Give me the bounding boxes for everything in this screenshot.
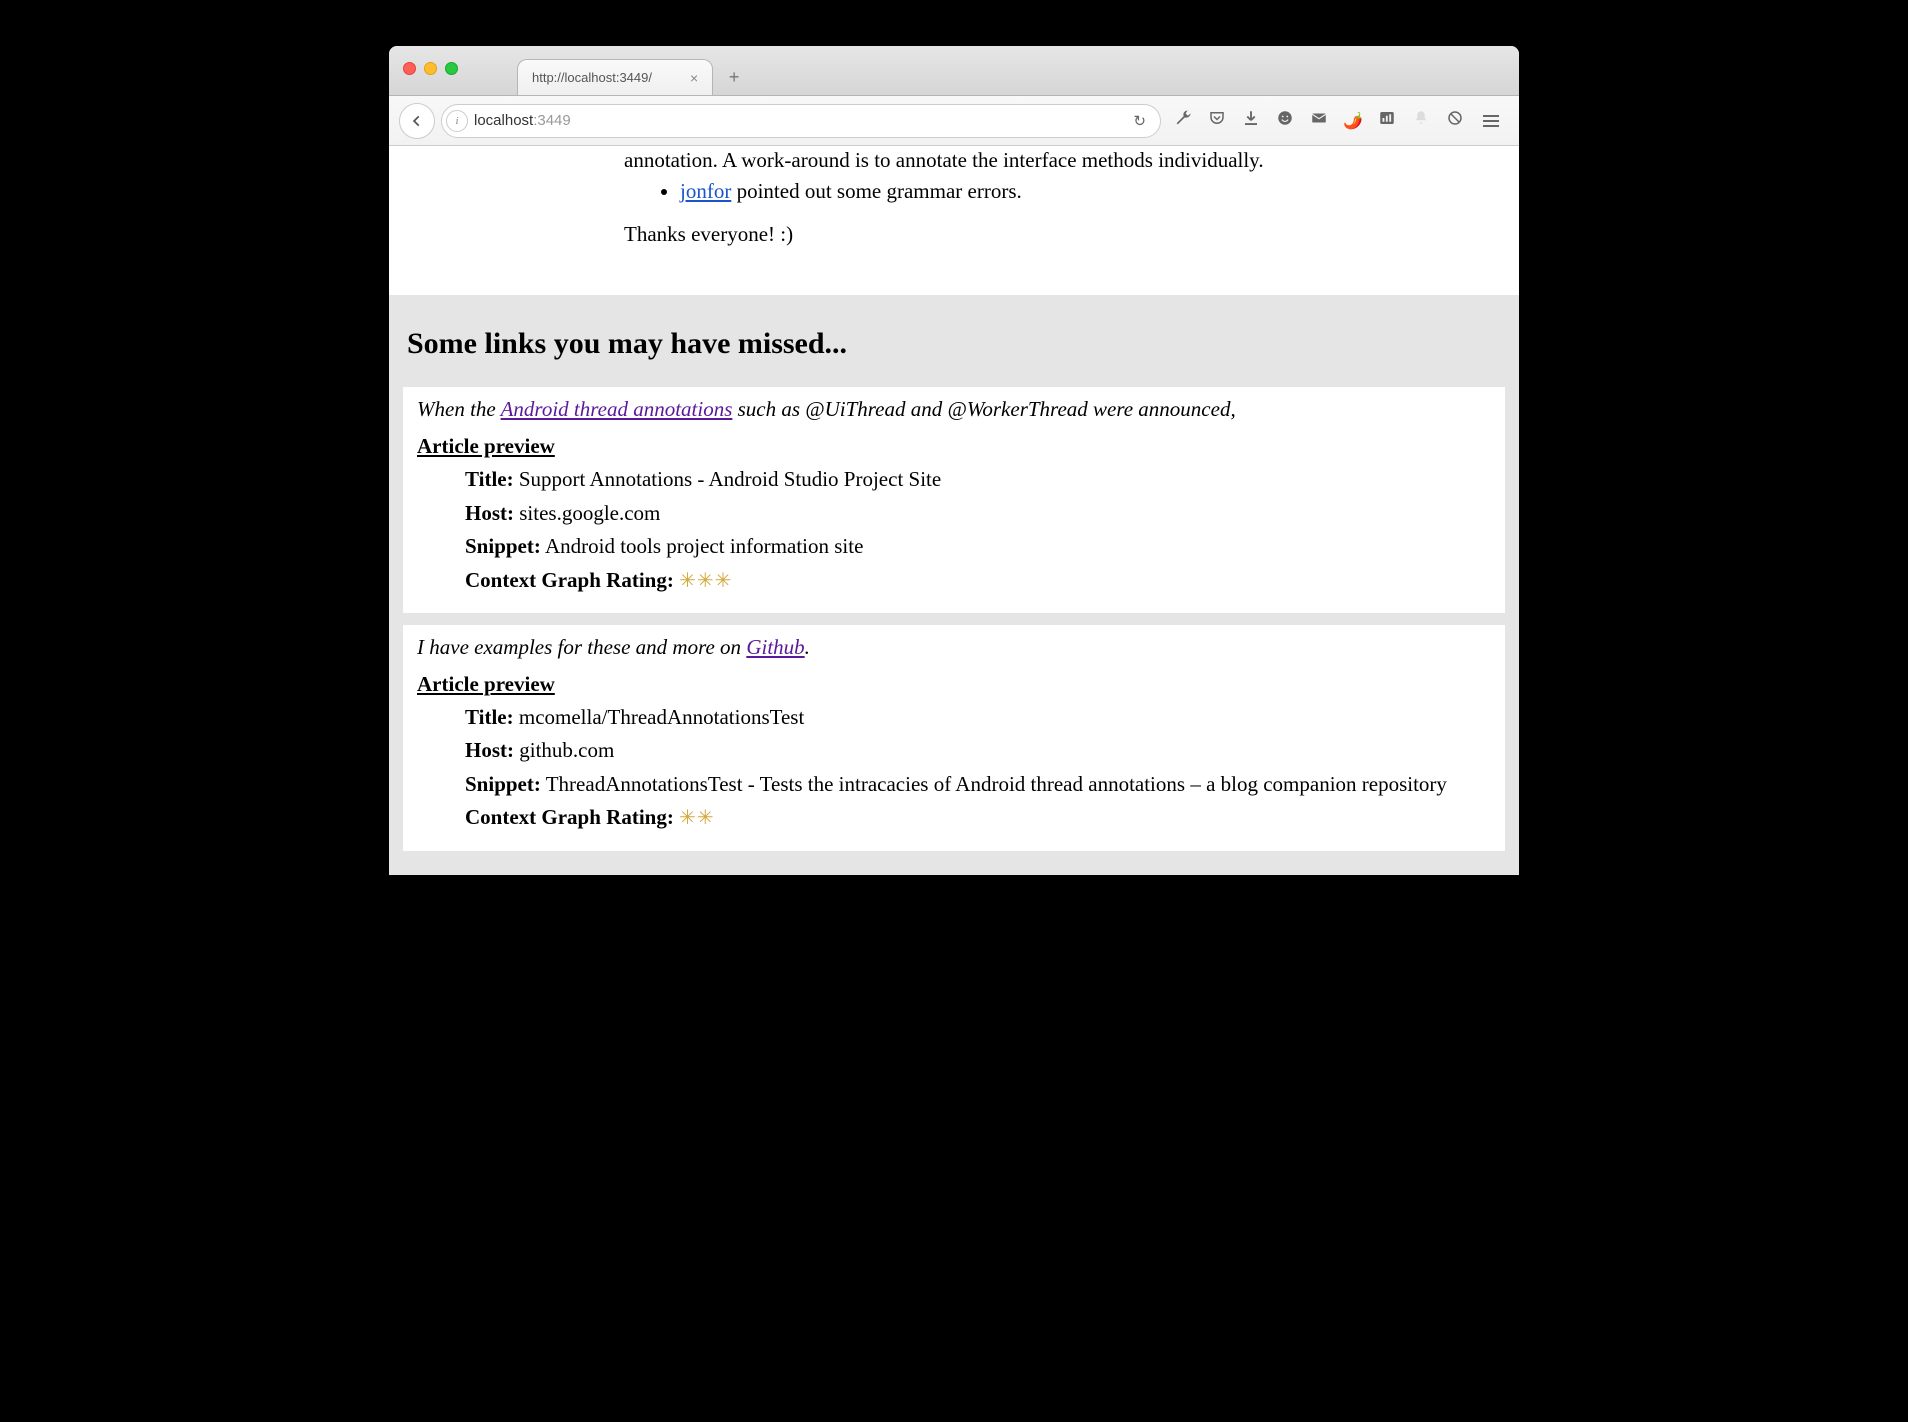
preview-host-row: Host: sites.google.com <box>465 499 1491 528</box>
minimize-window-button[interactable] <box>424 62 437 75</box>
noscript-icon[interactable] <box>1445 109 1465 132</box>
bell-icon[interactable] <box>1411 109 1431 132</box>
maximize-window-button[interactable] <box>445 62 458 75</box>
card-quote: When the Android thread annotations such… <box>417 397 1491 422</box>
preview-header: Article preview <box>417 434 1491 459</box>
reload-button[interactable]: ↻ <box>1127 112 1152 130</box>
list-item: jonfor pointed out some grammar errors. <box>680 179 1449 204</box>
missed-links-section: Some links you may have missed... When t… <box>389 295 1519 874</box>
pocket-icon[interactable] <box>1207 109 1227 132</box>
article-content: annotation. A work-around is to annotate… <box>389 146 1519 295</box>
thanks-text: Thanks everyone! :) <box>624 222 1449 247</box>
li-fragment-1: annotation. A work-around is to annotate… <box>624 146 1449 175</box>
browser-window: http://localhost:3449/ × + i localhost:3… <box>389 46 1519 875</box>
url-host: localhost <box>474 112 533 129</box>
plant-icon[interactable]: 🌶️ <box>1343 111 1363 131</box>
url-bar[interactable]: i localhost:3449 ↻ <box>441 104 1161 138</box>
preview-snippet-row: Snippet: Android tools project informati… <box>465 532 1491 561</box>
dashboard-icon[interactable] <box>1377 109 1397 132</box>
wrench-icon[interactable] <box>1173 109 1193 132</box>
preview-rating-row: Context Graph Rating: ✳✳ <box>465 803 1491 832</box>
url-port: :3449 <box>533 112 571 129</box>
preview-body: Title: mcomella/ThreadAnnotationsTest Ho… <box>417 703 1491 833</box>
preview-title-row: Title: Support Annotations - Android Stu… <box>465 465 1491 494</box>
toolbar: i localhost:3449 ↻ 🌶️ <box>389 96 1519 146</box>
site-info-icon[interactable]: i <box>446 110 468 132</box>
user-link[interactable]: jonfor <box>680 179 731 203</box>
quote-link[interactable]: Android thread annotations <box>501 397 733 421</box>
tab-title: http://localhost:3449/ <box>532 70 652 85</box>
titlebar: http://localhost:3449/ × + <box>389 46 1519 96</box>
quote-link[interactable]: Github <box>746 635 804 659</box>
rating-stars: ✳✳✳ <box>679 570 732 592</box>
browser-tab[interactable]: http://localhost:3449/ × <box>517 59 713 95</box>
article-card: I have examples for these and more on Gi… <box>403 625 1505 851</box>
article-card: When the Android thread annotations such… <box>403 387 1505 613</box>
preview-host-row: Host: github.com <box>465 736 1491 765</box>
page-viewport[interactable]: annotation. A work-around is to annotate… <box>389 146 1519 875</box>
url-text: localhost:3449 <box>474 112 1121 129</box>
close-window-button[interactable] <box>403 62 416 75</box>
emoji-icon[interactable] <box>1275 109 1295 132</box>
download-icon[interactable] <box>1241 109 1261 132</box>
card-quote: I have examples for these and more on Gi… <box>417 635 1491 660</box>
preview-title-row: Title: mcomella/ThreadAnnotationsTest <box>465 703 1491 732</box>
back-button[interactable] <box>399 103 435 139</box>
window-controls <box>403 62 458 75</box>
preview-body: Title: Support Annotations - Android Stu… <box>417 465 1491 595</box>
rating-stars: ✳✳ <box>679 807 715 829</box>
menu-button[interactable] <box>1479 111 1503 131</box>
close-tab-icon[interactable]: × <box>690 70 698 86</box>
mail-icon[interactable] <box>1309 109 1329 132</box>
new-tab-button[interactable]: + <box>719 62 749 92</box>
preview-snippet-row: Snippet: ThreadAnnotationsTest - Tests t… <box>465 770 1491 799</box>
section-heading: Some links you may have missed... <box>407 327 1501 361</box>
toolbar-icons: 🌶️ <box>1167 109 1509 132</box>
li-text: pointed out some grammar errors. <box>731 179 1021 203</box>
preview-header: Article preview <box>417 672 1491 697</box>
preview-rating-row: Context Graph Rating: ✳✳✳ <box>465 566 1491 595</box>
